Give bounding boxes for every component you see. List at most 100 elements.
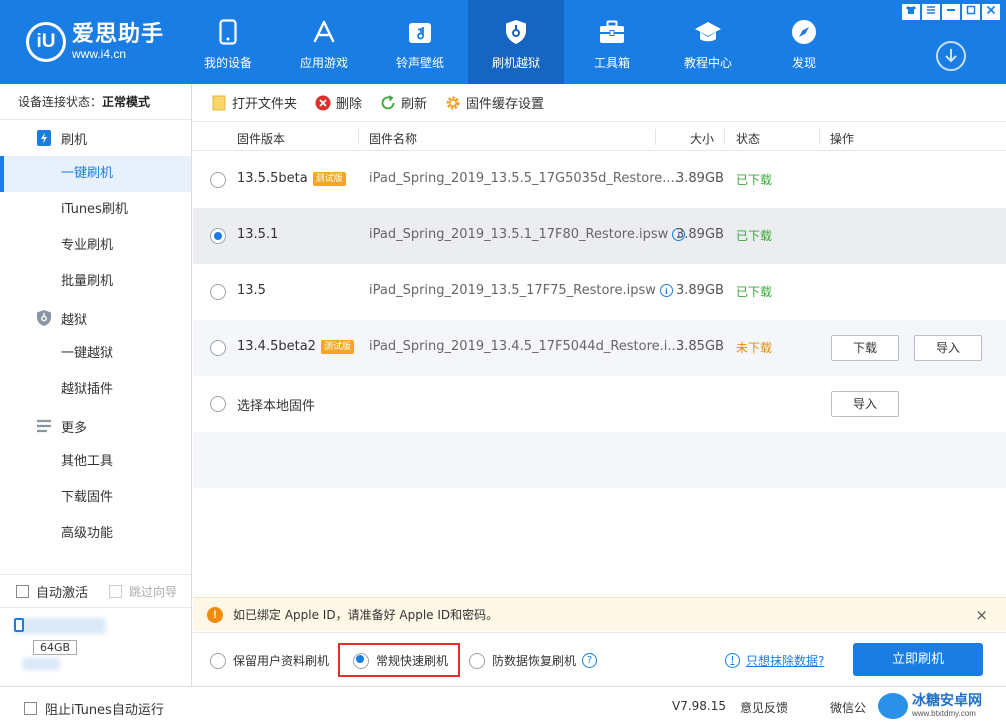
nav-my-device[interactable]: 我的设备 xyxy=(180,0,276,84)
nav-label: 发现 xyxy=(791,56,816,70)
firmware-name: iPad_Spring_2019_13.5_17F75_Restore.ipsw xyxy=(369,283,656,298)
delete-button[interactable]: 删除 xyxy=(315,93,362,112)
sidebar-item-advanced[interactable]: 高级功能 xyxy=(0,516,191,552)
firmware-radio-checked[interactable] xyxy=(210,228,226,244)
menu-icon[interactable] xyxy=(922,4,940,20)
sidebar-group-label: 越狱 xyxy=(61,312,88,328)
refresh-icon xyxy=(380,94,396,111)
feedback-link[interactable]: 意见反馈 xyxy=(740,699,788,716)
local-firmware-radio[interactable] xyxy=(210,396,226,412)
minimize-icon[interactable] xyxy=(942,4,960,20)
block-itunes-checkbox[interactable] xyxy=(24,702,37,715)
warning-icon: ! xyxy=(207,606,223,623)
firmware-status: 已下载 xyxy=(736,173,773,187)
firmware-row[interactable]: 13.5.5beta 测试版 iPad_Spring_2019_13.5.5_1… xyxy=(193,152,1006,208)
firmware-version: 13.5.5beta xyxy=(237,171,308,186)
flash-now-button[interactable]: 立即刷机 xyxy=(853,643,983,676)
maximize-icon[interactable] xyxy=(962,4,980,20)
close-icon[interactable] xyxy=(982,4,1000,20)
erase-data-label: 只想抹除数据? xyxy=(746,654,825,668)
status-bar: 阻止iTunes自动运行 V7.98.15 意见反馈 微信公 xyxy=(0,686,1006,726)
nav-discover[interactable]: 发现 xyxy=(756,0,852,84)
nav-ringtones-wallpapers[interactable]: 铃声壁纸 xyxy=(372,0,468,84)
nav-flash-jailbreak[interactable]: 刷机越狱 xyxy=(468,0,564,84)
watermark-logo-icon xyxy=(878,693,908,719)
info-icon[interactable]: i xyxy=(659,284,673,297)
firmware-radio[interactable] xyxy=(210,284,226,300)
block-itunes-option[interactable]: 阻止iTunes自动运行 xyxy=(24,699,164,718)
device-info[interactable]: 64GB xyxy=(0,607,191,687)
beta-badge: 测试版 xyxy=(312,171,346,186)
nav-apps-games[interactable]: 应用游戏 xyxy=(276,0,372,84)
mode-anti-recovery-label: 防数据恢复刷机 xyxy=(492,654,577,668)
wechat-link[interactable]: 微信公 xyxy=(830,699,866,716)
toolbar: 打开文件夹 删除 刷新 固件缓存设置 xyxy=(193,84,1006,122)
skip-guide-option[interactable]: 跳过向导 xyxy=(109,583,177,600)
firmware-row-selected[interactable]: 13.5.1 iPad_Spring_2019_13.5.1_17F80_Res… xyxy=(193,208,1006,264)
mode-fast-radio-checked[interactable] xyxy=(353,652,369,669)
download-button[interactable]: 下载 xyxy=(831,335,899,361)
firmware-row[interactable]: 13.4.5beta2 测试版 iPad_Spring_2019_13.4.5_… xyxy=(193,320,1006,376)
sidebar-item-download-firmware[interactable]: 下载固件 xyxy=(0,480,191,516)
firmware-row[interactable]: 13.5 iPad_Spring_2019_13.5_17F75_Restore… xyxy=(193,264,1006,320)
sidebar-item-one-click-jailbreak[interactable]: 一键越狱 xyxy=(0,336,191,372)
sidebar-item-batch-flash[interactable]: 批量刷机 xyxy=(0,264,191,300)
refresh-button[interactable]: 刷新 xyxy=(380,93,427,112)
mode-keep-data-radio[interactable] xyxy=(210,652,226,669)
refresh-label: 刷新 xyxy=(401,97,428,112)
delete-label: 删除 xyxy=(336,97,363,112)
mode-anti-recovery[interactable]: 防数据恢复刷机 ? xyxy=(469,652,598,669)
sidebar-group-more[interactable]: 更多 xyxy=(0,408,191,444)
sidebar: 设备连接状态：正常模式 刷机 一键刷机 iTunes刷机 专业刷机 批量刷机 越… xyxy=(0,84,192,726)
compass-icon xyxy=(790,18,818,46)
device-ipad-icon xyxy=(14,618,24,632)
mode-keep-data[interactable]: 保留用户资料刷机 xyxy=(210,652,329,669)
sidebar-group-flash[interactable]: 刷机 xyxy=(0,120,191,156)
import-button[interactable]: 导入 xyxy=(914,335,982,361)
sidebar-item-pro-flash[interactable]: 专业刷机 xyxy=(0,228,191,264)
shirt-icon[interactable] xyxy=(902,4,920,20)
folder-icon xyxy=(211,95,227,111)
delete-icon xyxy=(315,95,331,111)
erase-data-link[interactable]: ! 只想抹除数据? xyxy=(725,652,824,669)
sidebar-item-jailbreak-plugins[interactable]: 越狱插件 xyxy=(0,372,191,408)
download-manager-icon[interactable] xyxy=(936,41,966,71)
mode-fast[interactable]: 常规快速刷机 xyxy=(353,652,448,669)
local-firmware-row[interactable]: 选择本地固件 导入 xyxy=(193,376,1006,432)
phone-icon xyxy=(214,18,242,46)
open-folder-button[interactable]: 打开文件夹 xyxy=(211,93,297,112)
firmware-version: 13.4.5beta2 xyxy=(237,339,316,354)
firmware-size: 3.89GB xyxy=(676,227,724,242)
sidebar-group-jailbreak[interactable]: 越狱 xyxy=(0,300,191,336)
notice-close-icon[interactable]: × xyxy=(975,606,988,624)
sidebar-item-itunes-flash[interactable]: iTunes刷机 xyxy=(0,192,191,228)
mode-keep-data-label: 保留用户资料刷机 xyxy=(233,654,330,668)
sidebar-item-other-tools[interactable]: 其他工具 xyxy=(0,444,191,480)
skip-guide-checkbox[interactable] xyxy=(109,585,123,598)
sidebar-item-one-click-flash[interactable]: 一键刷机 xyxy=(0,156,191,192)
connection-status: 设备连接状态：正常模式 xyxy=(0,84,191,120)
info-circle-icon: ! xyxy=(725,653,740,668)
auto-activate-checkbox[interactable] xyxy=(16,585,29,598)
firmware-size: 3.85GB xyxy=(676,339,724,354)
header-size: 大小 xyxy=(690,132,715,146)
local-import-button[interactable]: 导入 xyxy=(831,391,899,417)
device-name-blurred xyxy=(14,618,106,634)
header-divider xyxy=(819,129,820,145)
firmware-radio[interactable] xyxy=(210,340,226,356)
app-logo: iU 爱思助手 www.i4.cn xyxy=(26,22,164,62)
help-icon[interactable]: ? xyxy=(582,653,598,668)
firmware-name: iPad_Spring_2019_13.4.5_17F5044d_Restore… xyxy=(369,339,680,354)
cache-settings-button[interactable]: 固件缓存设置 xyxy=(445,93,544,112)
connection-status-label: 设备连接状态： xyxy=(18,95,103,109)
firmware-radio[interactable] xyxy=(210,172,226,188)
auto-activate-option[interactable]: 自动激活 xyxy=(16,582,88,601)
site-watermark: 冰糖安卓网 www.btxtdmy.com xyxy=(878,688,1006,724)
app-brand-name: 爱思助手 xyxy=(72,22,165,47)
empty-row xyxy=(193,432,1006,488)
firmware-status: 未下载 xyxy=(736,341,773,355)
flash-icon xyxy=(36,129,52,147)
nav-tutorials[interactable]: 教程中心 xyxy=(660,0,756,84)
mode-anti-recovery-radio[interactable] xyxy=(469,652,485,669)
nav-toolbox[interactable]: 工具箱 xyxy=(564,0,660,84)
